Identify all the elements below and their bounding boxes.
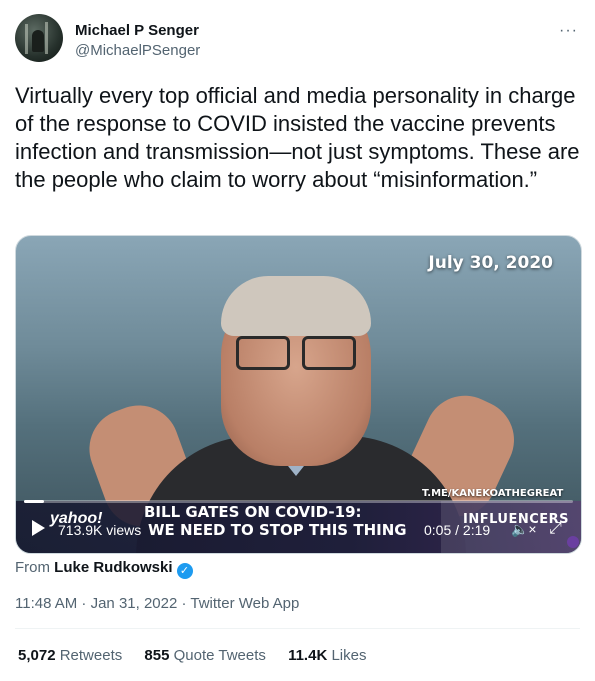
author-handle[interactable]: @MichaelPSenger [75, 42, 200, 59]
likes-stat[interactable]: 11.4K Likes [288, 647, 366, 664]
video-time: 0:05 / 2:19 [424, 522, 491, 538]
video-player[interactable]: July 30, 2020 T.ME/KANEKOATHEGREAT yahoo… [15, 235, 582, 554]
divider [15, 628, 580, 629]
author-name[interactable]: Michael P Senger [75, 22, 199, 39]
retweets-stat[interactable]: 5,072 Retweets [18, 647, 122, 664]
tweet-header: Michael P Senger @MichaelPSenger ··· [15, 14, 580, 66]
attribution-source[interactable]: Luke Rudkowski [54, 559, 172, 576]
video-attribution: From Luke Rudkowski ✓ [15, 559, 193, 579]
video-headline: BILL GATES ON COVID-19: [144, 503, 362, 521]
video-subheadline: WE NEED TO STOP THIS THING [148, 521, 407, 539]
video-date-overlay: July 30, 2020 [428, 253, 553, 273]
video-views: 713.9K views [58, 522, 142, 538]
tweet-meta[interactable]: 11:48 AM · Jan 31, 2022 · Twitter Web Ap… [15, 595, 299, 612]
video-progress-bar[interactable] [24, 500, 573, 503]
video-progress-fill [24, 500, 44, 503]
play-icon[interactable] [32, 520, 45, 536]
speaker-muted-icon[interactable]: 🔈× [511, 521, 537, 538]
tweet-stats: 5,072 Retweets 855 Quote Tweets 11.4K Li… [18, 647, 384, 664]
video-channel-watermark: T.ME/KANEKOATHEGREAT [422, 488, 564, 499]
tweet-text: Virtually every top official and media p… [15, 83, 580, 192]
avatar[interactable] [15, 14, 63, 62]
quote-tweets-stat[interactable]: 855 Quote Tweets [144, 647, 265, 664]
verified-badge-icon: ✓ [176, 563, 193, 579]
expand-icon[interactable]: ⤢ [549, 520, 562, 538]
more-options-icon[interactable]: ··· [559, 22, 578, 40]
